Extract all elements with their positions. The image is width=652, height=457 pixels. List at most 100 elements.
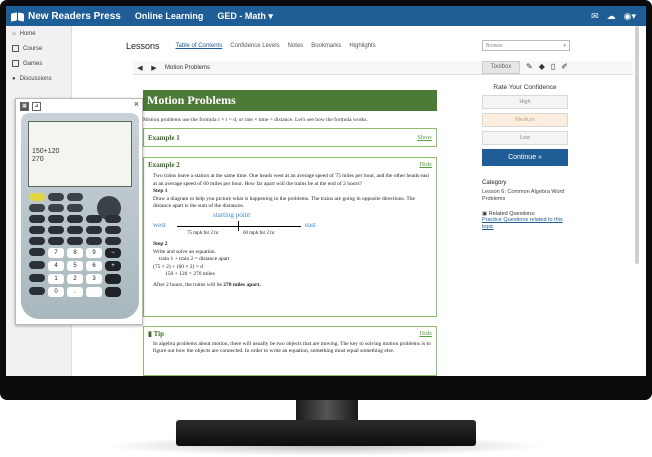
calc-key-0[interactable]: 0 [48, 287, 64, 297]
lesson-content: Motion Problems Motion problems use the … [133, 84, 479, 376]
calc-key[interactable] [48, 226, 64, 234]
toolbox-button[interactable]: Toolbox [482, 61, 520, 74]
calc-key-9[interactable]: 9 [86, 248, 102, 258]
tab-highlights[interactable]: Highlights [349, 43, 375, 49]
eraser-icon[interactable]: ◆ [539, 62, 545, 71]
diagram-left-label: 75 mph for 2 hr [187, 230, 219, 236]
nav-online-learning[interactable]: Online Learning [135, 11, 204, 22]
calc-key[interactable] [105, 237, 121, 245]
calc-key[interactable] [29, 226, 45, 234]
example-2-panel: Example 2 Hide Two trains leave a statio… [143, 157, 437, 317]
calc-key[interactable] [29, 215, 45, 223]
tab-table-of-contents[interactable]: Table of Contents [176, 43, 223, 49]
calc-key[interactable] [67, 237, 83, 245]
example-1-panel: Example 1 Show [143, 128, 437, 147]
mail-icon[interactable]: ✉ [591, 11, 599, 22]
calc-key[interactable] [86, 226, 102, 234]
related-questions-link[interactable]: Practice Questions related to this topic [482, 217, 568, 231]
monitor-stand-neck [296, 400, 358, 422]
brand-logo[interactable]: New Readers Press [6, 11, 121, 22]
calc-key[interactable] [86, 237, 102, 245]
tip-panel: ▮ Tip Hide In algebra problems about mot… [143, 326, 437, 376]
protractor-icon[interactable]: ⊿ [32, 102, 41, 111]
bookmark-icon[interactable]: ▯ [551, 62, 555, 71]
home-icon: ⌂ [12, 30, 16, 37]
lesson-title: Motion Problems [143, 90, 437, 111]
calc-key-1[interactable]: 1 [48, 274, 64, 284]
calc-key[interactable] [86, 287, 102, 297]
calc-key[interactable] [48, 215, 64, 223]
calc-key-decimal[interactable]: . [67, 287, 83, 297]
browse-select[interactable]: Browse ▾ [482, 40, 570, 51]
example-2-hide-link[interactable]: Hide [419, 161, 432, 169]
calc-key[interactable] [67, 215, 83, 223]
calc-key[interactable] [67, 193, 83, 201]
calc-key-5[interactable]: 5 [67, 261, 83, 271]
calc-key[interactable] [48, 193, 64, 201]
confidence-low-button[interactable]: Low [482, 131, 568, 145]
user-icon[interactable]: ◉▾ [624, 11, 636, 22]
tip-hide-link[interactable]: Hide [419, 330, 432, 338]
tab-bookmarks[interactable]: Bookmarks [311, 43, 341, 49]
equation-line-3: 150 + 120 = 270 miles [165, 271, 215, 278]
calc-key[interactable] [29, 193, 45, 201]
calc-key-8[interactable]: 8 [67, 248, 83, 258]
tab-notes[interactable]: Notes [288, 43, 304, 49]
calculator-display: 150+120 270 [28, 121, 132, 187]
cloud-icon[interactable]: ☁ [607, 11, 616, 22]
confidence-high-button[interactable]: High [482, 95, 568, 109]
monitor-bezel: New Readers Press Online Learning GED - … [0, 0, 652, 400]
calc-key[interactable] [29, 248, 45, 256]
page-scrollbar[interactable] [635, 26, 639, 264]
rate-confidence-title: Rate Your Confidence [493, 84, 557, 91]
nav-course-dropdown[interactable]: GED - Math ▾ [217, 11, 273, 22]
calc-key[interactable] [86, 215, 102, 223]
tab-confidence-levels[interactable]: Confidence Levels [230, 43, 279, 49]
calculator-icon[interactable]: ▦ [20, 102, 29, 111]
calc-key[interactable] [67, 226, 83, 234]
calc-key[interactable] [29, 237, 45, 245]
confidence-medium-button[interactable]: Medium [482, 113, 568, 127]
pencil-icon[interactable]: ✎ [526, 62, 533, 71]
conclusion-text: After 2 hours, the trains will be [153, 281, 222, 288]
calc-key-minus[interactable]: − [105, 248, 121, 258]
next-lesson-button[interactable]: ▶ [147, 64, 161, 72]
calc-key[interactable] [48, 204, 64, 212]
calc-key[interactable] [105, 215, 121, 223]
sidebar-item-games[interactable]: Games [6, 56, 71, 71]
category-value: Lesson 6: Common Algebra Word Problems [482, 189, 565, 202]
highlighter-icon[interactable]: ✐ [561, 62, 568, 71]
calc-key-enter[interactable] [105, 287, 121, 297]
sidebar-item-discussions[interactable]: ● Discussions [6, 71, 71, 86]
calc-key-plus[interactable]: + [105, 261, 121, 271]
prev-lesson-button[interactable]: ◀ [133, 64, 147, 72]
calculator-popup: ▦ ⊿ × 150+120 270 7 8 9− 4 5 6 + 123 0 . [15, 98, 143, 325]
course-icon [12, 45, 19, 52]
example-1-show-link[interactable]: Show [417, 134, 432, 141]
sidebar-item-home[interactable]: ⌂ Home [6, 26, 71, 41]
brand-name: New Readers Press [28, 10, 121, 22]
calc-key[interactable] [48, 237, 64, 245]
equation-line-1: train 1 + train 2 = distance apart [159, 256, 230, 263]
close-icon[interactable]: × [134, 99, 139, 109]
calc-key[interactable] [29, 261, 45, 269]
example-2-problem: Two trains leave a station at the same t… [153, 173, 429, 187]
calc-key-7[interactable]: 7 [48, 248, 64, 258]
calc-key-4[interactable]: 4 [48, 261, 64, 271]
sidebar-item-label: Course [23, 45, 43, 52]
calc-key[interactable] [29, 204, 45, 212]
continue-button[interactable]: Continue » [482, 149, 568, 166]
calc-key[interactable] [105, 274, 121, 284]
calc-key-2[interactable]: 2 [67, 274, 83, 284]
calc-key[interactable] [105, 226, 121, 234]
screen: New Readers Press Online Learning GED - … [6, 6, 646, 376]
calc-key-3[interactable]: 3 [86, 274, 102, 284]
calc-key[interactable] [29, 287, 45, 295]
calc-key[interactable] [29, 274, 45, 282]
example-1-title: Example 1 [148, 133, 180, 142]
calc-key-6[interactable]: 6 [86, 261, 102, 271]
sidebar-item-course[interactable]: Course [6, 41, 71, 56]
diagram-start-tick [238, 220, 239, 231]
calc-key[interactable] [67, 204, 83, 212]
current-lesson-title: Motion Problems [165, 64, 211, 71]
